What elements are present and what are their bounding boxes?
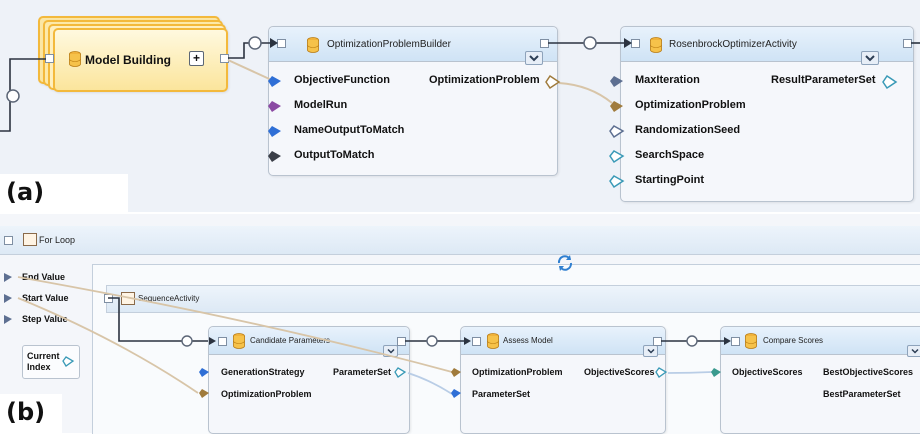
input-port-icon [451, 389, 461, 398]
panel-b-wires [4, 273, 731, 398]
input-port-icon [4, 315, 12, 324]
wire-handle [686, 335, 698, 347]
output-port-icon [655, 367, 668, 378]
output-port-icon [62, 356, 75, 367]
wire-handle [181, 335, 193, 347]
input-port-icon [199, 368, 209, 377]
arrow-head [724, 337, 731, 345]
data-wire-end-to-assess [17, 276, 453, 373]
output-port-icon [394, 367, 407, 378]
wire-handle [426, 335, 438, 347]
input-port-icon [4, 294, 12, 303]
panel-b-letter: (b) [6, 398, 46, 426]
input-port-icon [451, 368, 461, 377]
arrow-head [464, 337, 471, 345]
sequence-flow-wire [108, 297, 208, 342]
input-port-icon [711, 368, 721, 377]
data-wire-start-to-candidate [17, 297, 199, 394]
data-wire-scores-to-compare [667, 371, 713, 374]
data-wire-param-to-assess [407, 372, 453, 395]
input-port-icon [199, 389, 209, 398]
arrow-head [209, 337, 216, 345]
input-port-icon [4, 273, 12, 282]
